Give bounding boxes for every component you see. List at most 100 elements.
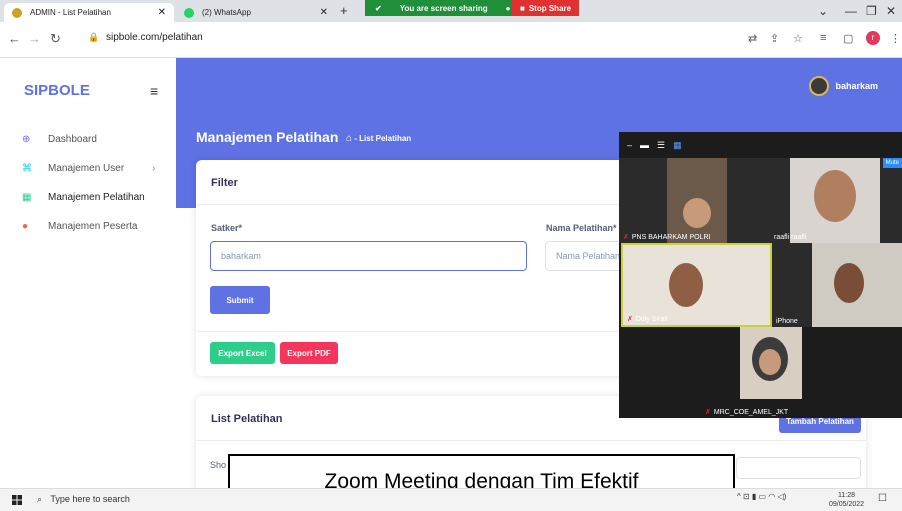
zoom-toolbar: – ▬ ☰ ▦ (619, 132, 902, 158)
taskbar-clock[interactable]: 11:28 09/05/2022 (829, 491, 864, 509)
participant-tile[interactable]: iPhone (772, 243, 902, 327)
chevron-right-icon: › (152, 163, 156, 174)
hamburger-icon[interactable]: ≡ (150, 83, 158, 99)
breadcrumb[interactable]: ⌂ - List Pelatihan (346, 133, 411, 144)
show-entries-label: Sho (210, 460, 227, 470)
share-banner-text: You are screen sharing (399, 3, 488, 13)
whatsapp-icon (184, 7, 194, 18)
star-icon[interactable]: ☆ (793, 32, 803, 45)
participant-tile[interactable]: ✗ MRC_COE_AMEL_JKT (619, 327, 902, 418)
sidebar-item-label: Manajemen Pelatihan (48, 192, 145, 203)
tab-label: (2) WhatsApp (202, 8, 251, 17)
participant-video (667, 158, 727, 243)
minimize-button[interactable]: — (845, 4, 857, 18)
shield-icon: ● (505, 3, 511, 13)
breadcrumb-label: - List Pelatihan (354, 134, 412, 143)
clock-date: 09/05/2022 (829, 501, 865, 508)
sidebar-item-label: Manajemen Peserta (48, 221, 138, 232)
participant-name: ✗ MRC_COE_AMEL_JKT (705, 409, 789, 416)
table-search-input[interactable] (736, 457, 861, 479)
gallery-view-icon[interactable]: ▦ (673, 140, 682, 151)
share-icon: ✔ (375, 3, 382, 13)
submit-button[interactable]: Submit (210, 286, 270, 314)
tab-label: ADMIN - List Pelatihan (30, 8, 111, 17)
windows-start-icon[interactable] (12, 495, 22, 505)
clock-time: 11:28 (838, 492, 856, 499)
profile-avatar[interactable]: r (866, 31, 880, 45)
restore-button[interactable]: ❐ (866, 4, 877, 18)
participant-video (790, 158, 880, 243)
url-text: sipbole.com/pelatihan (106, 32, 203, 43)
sidebar-item-label: Dashboard (48, 134, 97, 145)
mic-muted-icon: ✗ (623, 234, 629, 241)
menu-icon[interactable]: ⋮ (890, 32, 901, 45)
police-logo-icon (12, 7, 22, 18)
search-icon: ⌕ (37, 494, 43, 504)
divider (196, 440, 866, 441)
avatar (809, 76, 830, 96)
participant-tile[interactable]: ✗ PNS BAHARKAM POLRI (619, 158, 770, 243)
filter-title: Filter (211, 177, 238, 189)
speaker-view-icon[interactable]: ☰ (657, 140, 665, 151)
lock-icon: 🔒 (88, 32, 100, 42)
stop-share-button[interactable]: ■ Stop Share (512, 0, 580, 16)
sidebar-item-manajemen-pelatihan[interactable]: ▦ Manajemen Pelatihan (22, 192, 145, 203)
minimize-icon[interactable]: – (627, 140, 632, 150)
mute-button[interactable]: Mute (882, 158, 902, 168)
chevron-down-icon[interactable]: ⌄ (818, 4, 828, 18)
forward-icon[interactable]: → (28, 31, 41, 46)
share-icon[interactable]: ⇪ (770, 32, 779, 45)
brand-logo[interactable]: SIPBOLE (24, 82, 90, 99)
url-field[interactable]: 🔒 sipbole.com/pelatihan (88, 32, 203, 43)
notification-icon[interactable]: ☐ (878, 493, 887, 504)
home-icon[interactable]: ⌂ (346, 133, 352, 144)
page-title: Manajemen Pelatihan (196, 129, 339, 145)
mic-muted-icon: ✗ (627, 316, 633, 323)
new-tab-button[interactable]: + (340, 3, 348, 18)
participant-name: ✗ PNS BAHARKAM POLRI (623, 234, 711, 241)
back-icon[interactable]: ← (8, 31, 21, 46)
user-menu[interactable]: baharkam (809, 76, 878, 96)
taskbar-search[interactable]: ⌕ Type here to search (37, 494, 130, 505)
reload-icon[interactable]: ↻ (50, 31, 61, 47)
globe-icon: ⊕ (22, 134, 31, 145)
satker-input[interactable]: baharkam (210, 241, 527, 271)
participant-name: raafli raafli (774, 234, 807, 241)
export-excel-button[interactable]: Export Excel (210, 342, 275, 364)
sidepanel-icon[interactable]: ▢ (843, 32, 853, 45)
screen-share-banner: ✔ You are screen sharing ● (365, 0, 521, 16)
users-icon: ⌘ (22, 163, 32, 174)
participant-tile-active-speaker[interactable]: ✗ Doly Sirait (621, 243, 772, 327)
participant-name: iPhone (776, 318, 798, 325)
training-icon: ▦ (22, 192, 32, 203)
tab-whatsapp[interactable]: (2) WhatsApp ✕ (176, 3, 336, 22)
participant-name: ✗ Doly Sirait (627, 316, 668, 323)
zoom-meeting-window[interactable]: – ▬ ☰ ▦ ✗ PNS BAHARKAM POLRI Mute raafli … (619, 132, 902, 418)
sidebar-item-manajemen-peserta[interactable]: ● Manajemen Peserta (22, 221, 138, 232)
tab-admin[interactable]: ADMIN - List Pelatihan ✕ (4, 3, 174, 22)
mic-muted-icon: ✗ (705, 409, 711, 416)
translate-icon[interactable]: ⇄ (748, 32, 757, 45)
browser-tab-bar: ADMIN - List Pelatihan ✕ (2) WhatsApp ✕ … (0, 0, 902, 22)
close-icon[interactable]: ✕ (158, 7, 166, 18)
sidebar-item-label: Manajemen User (48, 163, 125, 174)
nama-pelatihan-label: Nama Pelatihan* (546, 223, 617, 233)
sidebar-item-manajemen-user[interactable]: ⌘ Manajemen User › (22, 163, 155, 174)
system-tray[interactable]: ^ ⊡ ▮ ▭ ◠ ◁) (737, 492, 786, 501)
sidebar-item-dashboard[interactable]: ⊕ Dashboard (22, 134, 97, 145)
participant-video (623, 245, 770, 325)
close-window-button[interactable]: ✕ (886, 4, 896, 18)
person-icon: ● (22, 221, 29, 232)
close-icon[interactable]: ✕ (320, 7, 328, 18)
participant-tile[interactable]: Mute raafli raafli (770, 158, 902, 243)
reading-list-icon[interactable]: ≡ (820, 32, 826, 44)
stop-video-icon[interactable]: ▬ (640, 140, 649, 150)
export-pdf-button[interactable]: Export PDF (280, 342, 338, 364)
stop-share-label: Stop Share (528, 3, 572, 13)
sidebar: SIPBOLE ≡ ⊕ Dashboard ⌘ Manajemen User ›… (0, 58, 176, 488)
participant-video (740, 327, 802, 399)
stop-icon: ■ (520, 3, 525, 13)
windows-taskbar: ⌕ Type here to search ^ ⊡ ▮ ▭ ◠ ◁) 11:28… (0, 488, 902, 511)
user-name: baharkam (835, 81, 878, 91)
participant-video (812, 243, 902, 327)
